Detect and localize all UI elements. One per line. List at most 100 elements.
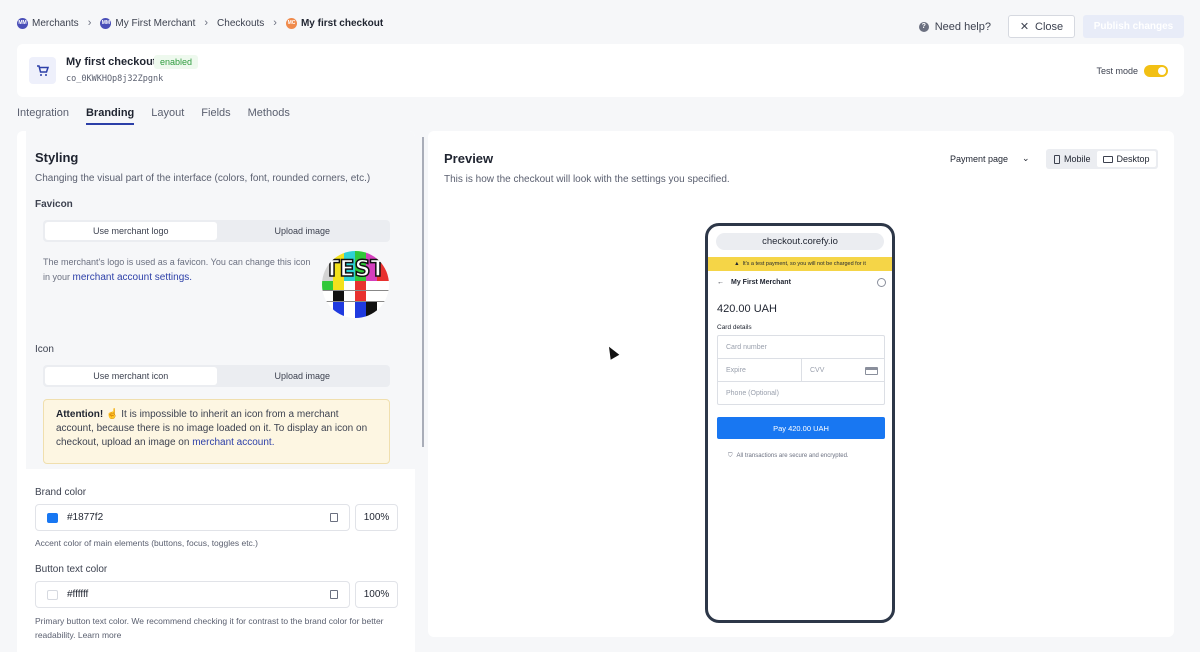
arrow-left-icon: ← (717, 279, 724, 286)
card-icon (865, 367, 878, 375)
attention-title: Attention! (56, 409, 104, 420)
brand-color-value: #1877f2 (67, 512, 104, 523)
button-text-color-label: Button text color (35, 564, 108, 575)
page-select[interactable]: Payment page ⌄ (950, 153, 1030, 164)
tab-integration[interactable]: Integration (17, 107, 69, 125)
phone-amount: 420.00 UAH (717, 303, 777, 315)
page-select-value: Payment page (950, 153, 1009, 164)
cart-icon (29, 57, 56, 84)
tab-branding[interactable]: Branding (85, 107, 135, 125)
breadcrumb-item-merchant[interactable]: MM My First Merchant (100, 17, 196, 29)
close-label: Close (1035, 20, 1064, 33)
upload-favicon-option[interactable]: Upload image (217, 222, 389, 240)
test-payment-banner: ▲ It's a test payment, so you will not b… (708, 257, 892, 271)
tab-layout[interactable]: Layout (151, 107, 184, 125)
pay-button[interactable]: Pay 420.00 UAH (717, 417, 885, 439)
button-text-color-swatch[interactable] (47, 589, 58, 600)
panel-resize-handle[interactable] (422, 137, 424, 447)
icon-label: Icon (35, 344, 54, 355)
test-mode-toggle[interactable] (1144, 65, 1168, 77)
tab-methods[interactable]: Methods (248, 107, 290, 125)
use-merchant-logo-option[interactable]: Use merchant logo (45, 222, 217, 240)
brand-color-swatch[interactable] (47, 512, 58, 523)
need-help-label: Need help? (934, 20, 991, 33)
styling-panel: Styling Changing the visual part of the … (17, 131, 415, 652)
merchant-logo-image: TEST (322, 251, 389, 318)
use-merchant-icon-option[interactable]: Use merchant icon (45, 367, 217, 385)
merchant-account-settings-link[interactable]: merchant account settings. (73, 272, 193, 283)
breadcrumb: MM Merchants › MM My First Merchant › Ch… (17, 17, 383, 29)
checkout-avatar-icon: MC (285, 17, 297, 29)
checkout-header: My first checkout enabled co_0KWKHOp8j32… (17, 44, 1184, 97)
person-icon: ▲ (734, 261, 740, 267)
tabs: Integration Branding Layout Fields Metho… (17, 107, 290, 125)
test-mode-label: Test mode (1096, 66, 1138, 76)
brand-color-field[interactable]: #1877f2 (35, 504, 350, 531)
phone-input[interactable]: Phone (Optional) (717, 381, 885, 405)
cvv-placeholder: CVV (810, 366, 825, 374)
card-details-label: Card details (717, 324, 752, 331)
preview-panel: Preview This is how the checkout will lo… (428, 131, 1174, 637)
card-number-input[interactable]: Card number (717, 335, 885, 359)
checkout-title: My first checkout (66, 56, 157, 68)
test-mode-control: Test mode (1096, 65, 1168, 77)
copy-icon[interactable] (330, 590, 338, 599)
icon-source-selector: Use merchant icon Upload image (43, 365, 390, 387)
button-text-color-field[interactable]: #ffffff (35, 581, 350, 608)
tab-fields[interactable]: Fields (201, 107, 230, 125)
phone-url-bar: checkout.corefy.io (716, 233, 884, 250)
breadcrumb-item-merchants[interactable]: MM Merchants (17, 17, 79, 29)
favicon-label: Favicon (35, 199, 73, 210)
mobile-icon (1054, 154, 1060, 164)
device-label: Mobile (1064, 154, 1091, 164)
preview-title: Preview (444, 151, 494, 166)
device-mobile-option[interactable]: Mobile (1048, 151, 1097, 167)
logo-wordmark: TEST (325, 257, 386, 282)
merchant-avatar-icon: MM (100, 17, 112, 29)
upload-icon-option[interactable]: Upload image (217, 367, 389, 385)
brand-color-note: Accent color of main elements (buttons, … (35, 538, 258, 548)
top-actions: ? Need help? ✕ Close Publish changes (918, 15, 1184, 38)
merchant-avatar-icon: MM (17, 17, 28, 29)
phone-merchant-name: My First Merchant (731, 279, 791, 286)
favicon-source-selector: Use merchant logo Upload image (43, 220, 390, 242)
brand-color-label: Brand color (35, 487, 87, 498)
styling-title: Styling (35, 150, 79, 165)
test-payment-text: It's a test payment, so you will not be … (742, 261, 866, 267)
breadcrumb-label: My first checkout (300, 17, 384, 29)
breadcrumb-item-current: MC My first checkout (285, 17, 384, 29)
copy-icon[interactable] (330, 513, 338, 522)
publish-changes-button[interactable]: Publish changes (1083, 15, 1184, 38)
pointing-hand-icon: ☝ (106, 409, 119, 420)
phone-merchant-row: ← My First Merchant (717, 279, 791, 286)
expire-input[interactable]: Expire (717, 358, 802, 382)
breadcrumb-item-checkouts[interactable]: Checkouts (217, 18, 264, 29)
brand-color-opacity[interactable]: 100% (355, 504, 398, 531)
top-bar: MM Merchants › MM My First Merchant › Ch… (0, 0, 1200, 46)
close-button[interactable]: ✕ Close (1008, 15, 1075, 38)
merchant-account-link[interactable]: merchant account. (192, 437, 274, 448)
styling-subtitle: Changing the visual part of the interfac… (35, 173, 371, 184)
device-label: Desktop (1116, 154, 1150, 164)
cvv-input[interactable]: CVV (801, 358, 885, 382)
status-badge: enabled (154, 55, 199, 69)
question-icon: ? (918, 21, 929, 32)
button-text-color-value: #ffffff (67, 589, 89, 600)
secure-note: ⛉ All transactions are secure and encryp… (728, 453, 849, 460)
button-text-color-opacity[interactable]: 100% (355, 581, 398, 608)
device-desktop-option[interactable]: Desktop (1096, 151, 1156, 167)
attention-alert: Attention! ☝ It is impossible to inherit… (43, 399, 390, 464)
close-icon: ✕ (1019, 21, 1030, 33)
breadcrumb-label: My First Merchant (115, 17, 196, 29)
button-text-color-note: Primary button text color. We recommend … (35, 616, 384, 640)
breadcrumb-label: Merchants (32, 17, 79, 29)
device-switcher: Mobile Desktop (1046, 149, 1158, 169)
secure-note-text: All transactions are secure and encrypte… (736, 453, 849, 459)
chevron-right-icon: › (273, 17, 277, 29)
desktop-icon (1102, 155, 1113, 163)
chevron-right-icon: › (87, 17, 92, 29)
shield-icon: ⛉ (728, 453, 733, 459)
preview-subtitle: This is how the checkout will look with … (444, 174, 730, 185)
need-help-link[interactable]: ? Need help? (918, 20, 991, 33)
checkout-id: co_0KWKHOp8j32Zpgnk (66, 74, 164, 84)
